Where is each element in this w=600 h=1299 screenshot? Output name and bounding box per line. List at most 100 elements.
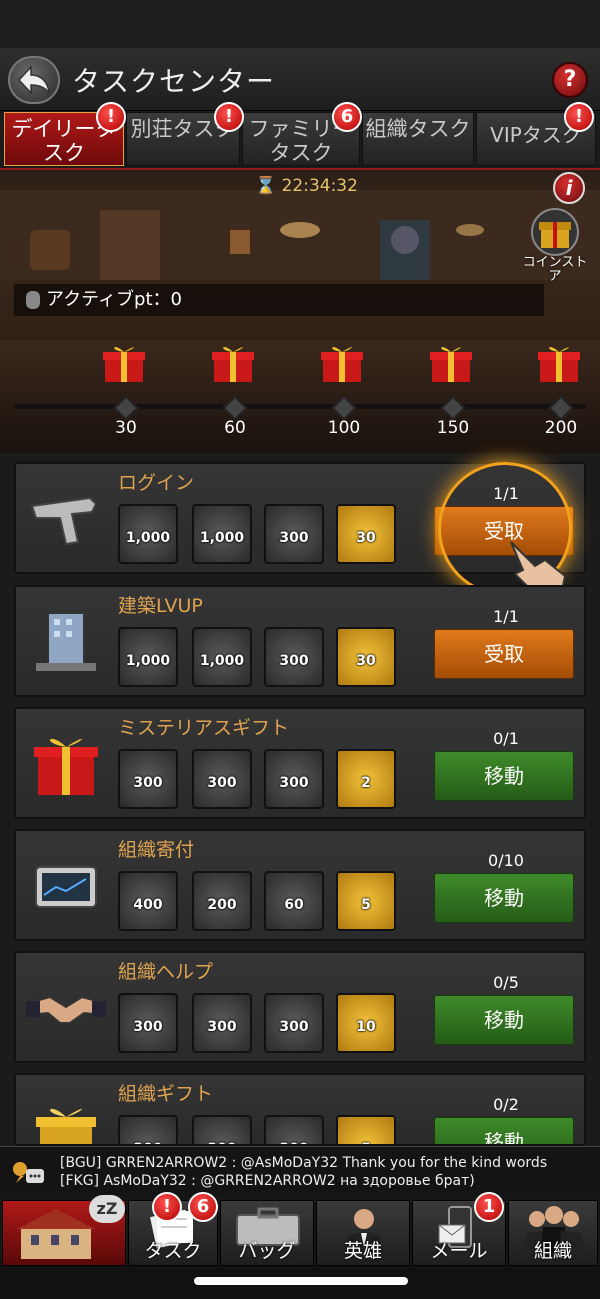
crate-reward-icon: 300 — [192, 1115, 252, 1144]
milestone-label: 200 — [544, 418, 578, 438]
status-bar — [0, 0, 600, 48]
go-button[interactable]: 移動 — [434, 1117, 574, 1144]
active-pt-reward-icon: 5 — [336, 871, 396, 931]
coin-store-label: コインストア — [522, 255, 588, 284]
task-name: 組織ギフト — [118, 1083, 214, 1105]
reset-timer: ⌛ 22:34:32 — [255, 176, 358, 196]
task-name: ミステリアスギフト — [118, 717, 290, 739]
task-count-badge: 6 — [188, 1192, 218, 1222]
claim-button[interactable]: 受取 — [434, 629, 574, 679]
nav-label: メール — [430, 1240, 488, 1262]
task-progress: 0/1 — [493, 729, 519, 748]
task-name: 組織寄付 — [118, 839, 195, 861]
tab-villa-alert-badge: ! — [214, 102, 244, 132]
diamond-reward-icon: 300 — [264, 504, 324, 564]
tab-vip-alert-badge: ! — [564, 102, 594, 132]
timer-value: 22:34:32 — [281, 176, 358, 196]
nav-label: 英雄 — [343, 1240, 382, 1262]
task-row-organization-help: 組織ヘルプ 300 300 300 10 0/5 移動 — [14, 951, 586, 1063]
milestone-label: 150 — [436, 418, 470, 438]
go-button[interactable]: 移動 — [434, 873, 574, 923]
gift-box-icon — [430, 347, 472, 382]
cash-reward-icon: 1,000 — [118, 627, 178, 687]
active-points-label: アクティブpt：0 — [46, 289, 182, 310]
pistol-icon — [26, 484, 106, 554]
chat-message: [FKG] AsMoDaY32 : @GRREN2ARROW2 на здоро… — [60, 1173, 475, 1189]
task-row-mystery-gift: ミステリアスギフト 300 300 300 2 0/1 移動 — [14, 707, 586, 819]
task-progress: 0/5 — [493, 973, 519, 992]
gift-box-icon — [321, 347, 363, 382]
nav-label: バッグ — [238, 1240, 296, 1262]
crate-reward-icon: 300 — [192, 749, 252, 809]
nav-label: 組織 — [533, 1240, 572, 1262]
tab-daily-alert-badge: ! — [96, 102, 126, 132]
crate-reward-icon: 300 — [192, 993, 252, 1053]
milestone-gift-60[interactable] — [211, 344, 255, 384]
milestone-gift-100[interactable] — [320, 344, 364, 384]
mic-icon — [26, 291, 40, 309]
go-button[interactable]: 移動 — [434, 751, 574, 801]
active-points: アクティブpt：0 — [14, 284, 544, 316]
cash-reward-icon: 300 — [118, 993, 178, 1053]
nav-organization[interactable]: 組織 — [508, 1200, 598, 1266]
handshake-icon — [26, 973, 106, 1043]
gift-box-icon — [212, 347, 254, 382]
task-row-building-levelup: 建築LVUP 1,000 1,000 300 30 1/1 受取 — [14, 585, 586, 697]
chat-bubble-icon — [10, 1159, 46, 1187]
nav-bag[interactable]: バッグ — [220, 1200, 314, 1266]
task-progress: 1/1 — [493, 607, 519, 626]
diamond-reward-icon: 300 — [264, 627, 324, 687]
tablet-icon — [26, 851, 106, 921]
milestone-gift-150[interactable] — [429, 344, 473, 384]
help-button[interactable]: ? — [552, 62, 588, 98]
gift-box-icon — [103, 347, 145, 382]
active-pt-reward-icon: 10 — [336, 993, 396, 1053]
chat-ticker[interactable]: [BGU] GRREN2ARROW2 : @AsMoDaY32 Thank yo… — [0, 1146, 600, 1197]
task-row-organization-gift: 組織ギフト 300 300 300 5 0/2 移動 — [14, 1073, 586, 1146]
active-pt-reward-icon: 2 — [336, 749, 396, 809]
cash-reward-icon: 300 — [118, 749, 178, 809]
sleep-bubble: zZ — [89, 1195, 125, 1223]
metal-reward-icon: 1,000 — [192, 504, 252, 564]
active-pt-reward-icon: 5 — [336, 1115, 396, 1144]
back-arrow-icon — [17, 65, 50, 95]
tab-bar: デイリータスク 別荘タスク ファミリータスク 組織タスク VIPタスク ! ! … — [0, 102, 600, 168]
info-button[interactable]: i — [553, 172, 585, 204]
cash-reward-icon: 300 — [118, 1115, 178, 1144]
task-progress: 0/2 — [493, 1095, 519, 1114]
diamond-reward-icon: 60 — [264, 871, 324, 931]
gift-box-icon — [538, 347, 580, 382]
milestone-label: 60 — [224, 418, 246, 438]
milestone-gift-200[interactable] — [537, 344, 581, 384]
go-button[interactable]: 移動 — [434, 995, 574, 1045]
gift-box-icon — [26, 729, 106, 799]
home-indicator[interactable] — [194, 1277, 408, 1285]
task-name: 組織ヘルプ — [118, 961, 214, 983]
tab-label: 組織タスク — [365, 117, 471, 141]
milestone-label: 100 — [327, 418, 361, 438]
metal-reward-icon: 300 — [264, 993, 324, 1053]
nav-heroes[interactable]: 英雄 — [316, 1200, 410, 1266]
building-icon — [26, 607, 106, 677]
cash-reward-icon: 1,000 — [118, 504, 178, 564]
metal-reward-icon: 300 — [264, 749, 324, 809]
metal-reward-icon: 300 — [264, 1115, 324, 1144]
active-pt-reward-icon: 30 — [336, 504, 396, 564]
back-button[interactable] — [8, 56, 60, 104]
task-row-organization-donation: 組織寄付 400 200 60 5 0/10 移動 — [14, 829, 586, 941]
gold-gift-icon — [26, 1095, 106, 1144]
task-name: ログイン — [118, 472, 195, 494]
coin-store-button[interactable]: コインストア — [520, 208, 590, 284]
milestone-gift-30[interactable] — [102, 344, 146, 384]
nav-home-base[interactable]: zZ — [2, 1195, 126, 1266]
banknote-reward-icon: 400 — [118, 871, 178, 931]
tab-organization[interactable]: 組織タスク — [362, 112, 474, 166]
milestone-label: 30 — [115, 418, 137, 438]
task-progress: 0/10 — [488, 851, 524, 870]
mail-count-badge: 1 — [474, 1192, 504, 1222]
page-title: タスクセンター — [72, 65, 276, 98]
tab-family-count-badge: 6 — [332, 102, 362, 132]
task-alert-badge: ! — [152, 1192, 182, 1222]
active-points-progress-bar — [14, 404, 586, 409]
nav-label: タスク — [144, 1240, 202, 1262]
